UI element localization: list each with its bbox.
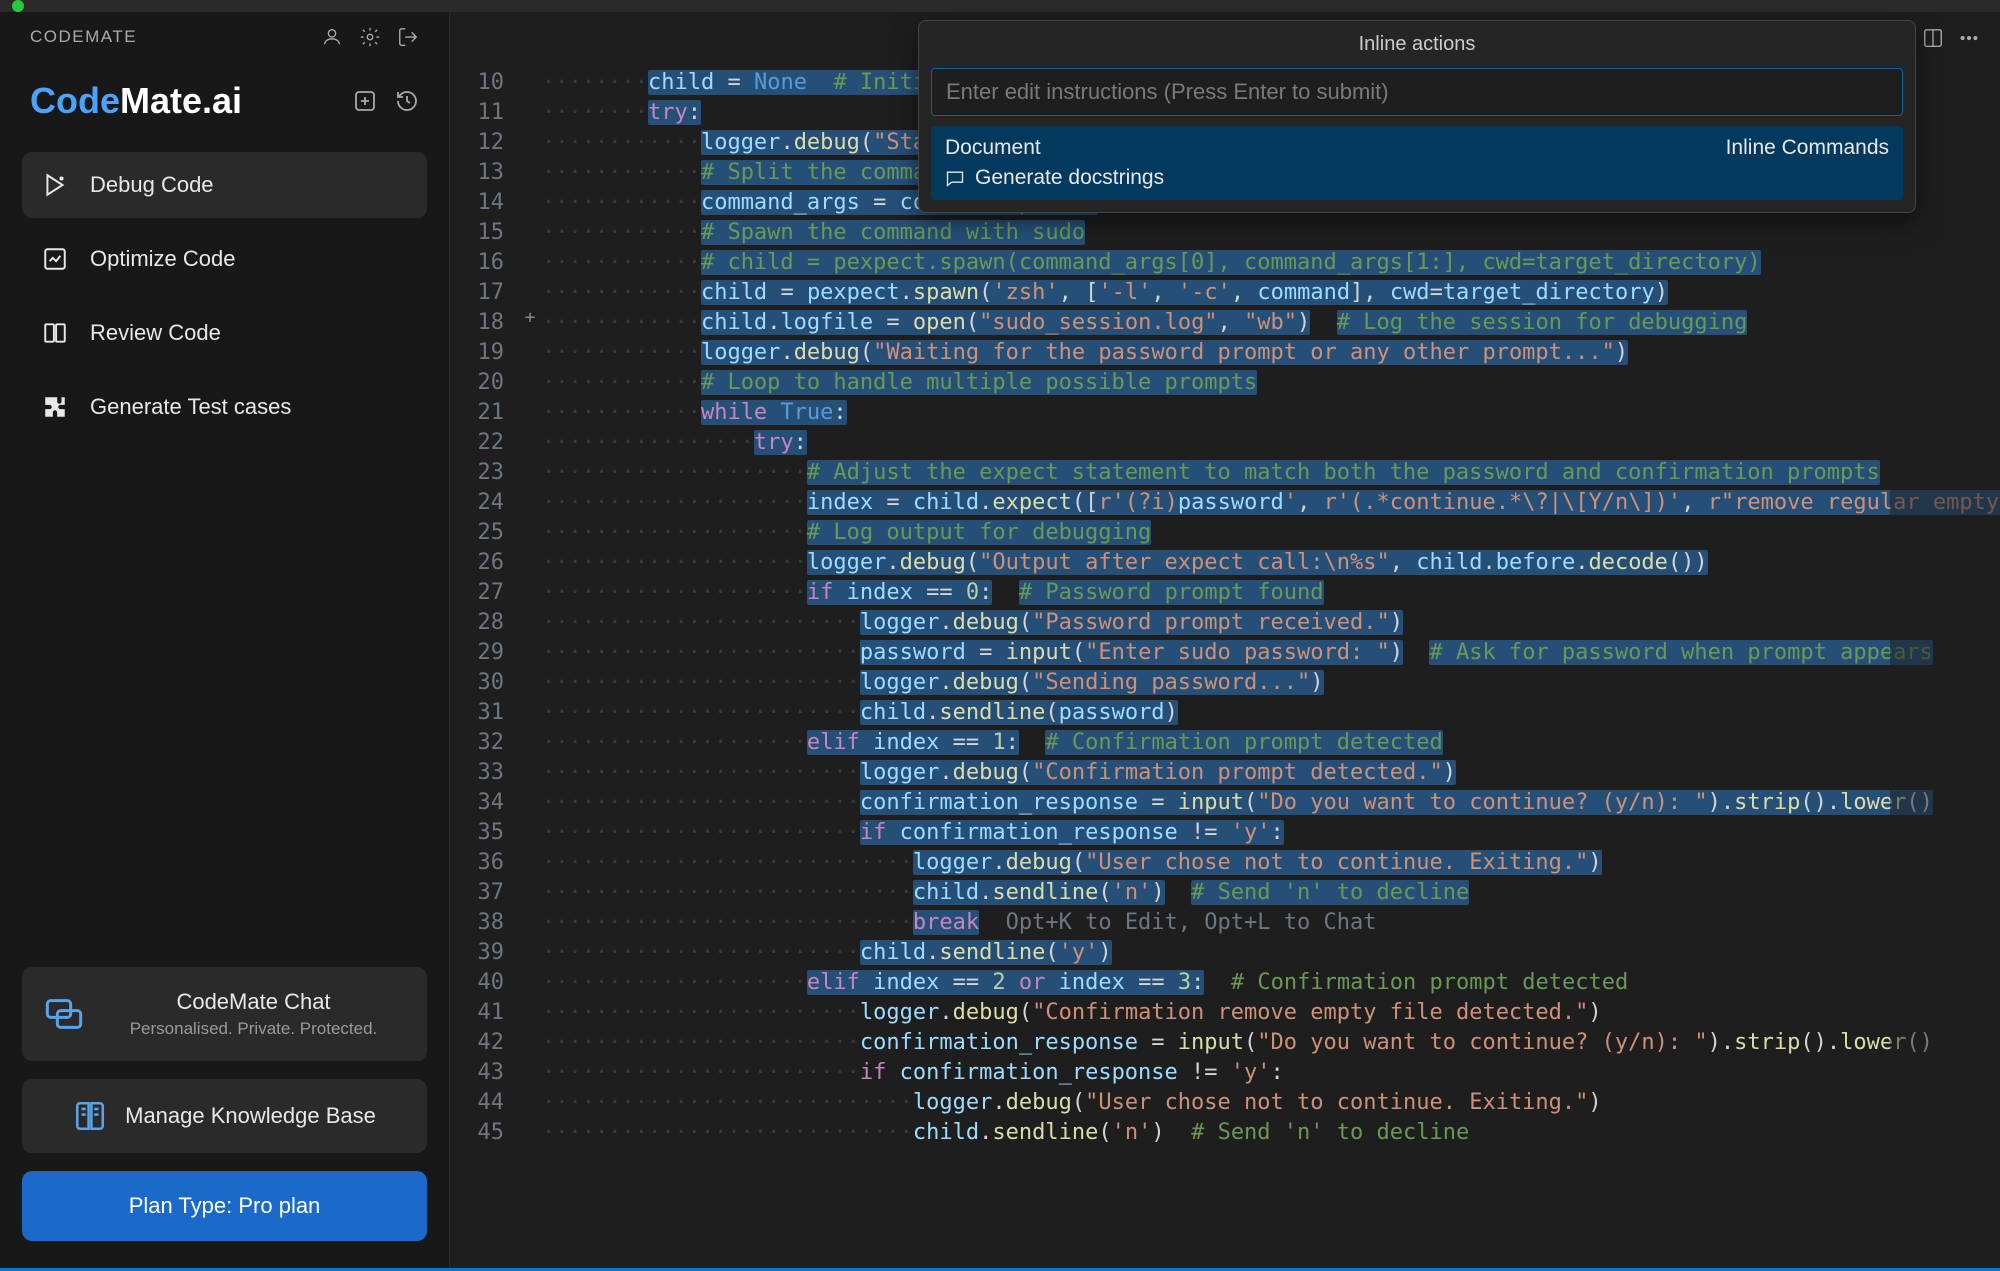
logo-row: CodeMate.ai: [0, 62, 449, 152]
nav-item-label: Debug Code: [90, 172, 214, 198]
suggestion-source: Inline Commands: [1726, 136, 1889, 160]
logout-icon[interactable]: [397, 26, 419, 48]
logo-part1: Code: [30, 80, 120, 121]
logo-part3: .ai: [202, 80, 242, 121]
history-icon[interactable]: [395, 89, 419, 113]
window-chrome: [0, 0, 2000, 12]
code-container[interactable]: 1011121314151617181920212223242526272829…: [450, 64, 2000, 1148]
inline-actions-popup: Inline actions Document Inline Commands …: [918, 20, 1916, 213]
suggestion-label: Generate docstrings: [975, 166, 1164, 190]
puzzle-icon: [42, 394, 68, 420]
optimize-icon: [42, 246, 68, 272]
suggestion-generate-docstrings[interactable]: Generate docstrings: [945, 166, 1889, 190]
inline-popup-title: Inline actions: [919, 21, 1915, 68]
nav-generate-tests[interactable]: Generate Test cases: [22, 374, 427, 440]
kb-card-label: Manage Knowledge Base: [125, 1103, 376, 1129]
sidebar-header: CODEMATE: [0, 12, 449, 62]
plan-button[interactable]: Plan Type: Pro plan: [22, 1171, 427, 1241]
suggestion-category: Document: [945, 136, 1041, 160]
kb-card[interactable]: Manage Knowledge Base: [22, 1079, 427, 1153]
sidebar: CODEMATE CodeMate.ai Debug Code: [0, 12, 450, 1271]
fold-column: +: [520, 64, 542, 1148]
editor-area: 1011121314151617181920212223242526272829…: [450, 12, 2000, 1271]
nav-item-label: Optimize Code: [90, 246, 236, 272]
chat-card[interactable]: CodeMate Chat Personalised. Private. Pro…: [22, 967, 427, 1061]
nav-item-label: Generate Test cases: [90, 394, 291, 420]
add-icon[interactable]: [353, 89, 377, 113]
nav-review-code[interactable]: Review Code: [22, 300, 427, 366]
gear-icon[interactable]: [359, 26, 381, 48]
book-icon: [73, 1099, 107, 1133]
minimap[interactable]: [1890, 64, 2000, 1271]
split-editor-icon[interactable]: [1922, 27, 1944, 49]
debug-icon: [42, 172, 68, 198]
nav-item-label: Review Code: [90, 320, 221, 346]
logo: CodeMate.ai: [30, 80, 242, 122]
inline-edit-input[interactable]: [931, 68, 1903, 116]
line-gutter: 1011121314151617181920212223242526272829…: [450, 64, 520, 1148]
nav: Debug Code Optimize Code Review Code Gen…: [0, 152, 449, 440]
nav-optimize-code[interactable]: Optimize Code: [22, 226, 427, 292]
code-lines[interactable]: ········child = None # Initialize child …: [542, 64, 2000, 1148]
chat-card-title: CodeMate Chat: [102, 989, 405, 1015]
chat-card-subtitle: Personalised. Private. Protected.: [102, 1019, 405, 1039]
chat-icon: [44, 994, 84, 1034]
review-icon: [42, 320, 68, 346]
account-icon[interactable]: [321, 26, 343, 48]
fold-plus-icon[interactable]: +: [520, 308, 540, 328]
traffic-light-green[interactable]: [12, 0, 24, 12]
suggestion-card: Document Inline Commands Generate docstr…: [931, 126, 1903, 200]
nav-debug-code[interactable]: Debug Code: [22, 152, 427, 218]
comment-icon: [945, 168, 965, 188]
more-icon[interactable]: [1958, 27, 1980, 49]
logo-part2: Mate: [120, 80, 202, 121]
app-title: CODEMATE: [30, 27, 137, 47]
